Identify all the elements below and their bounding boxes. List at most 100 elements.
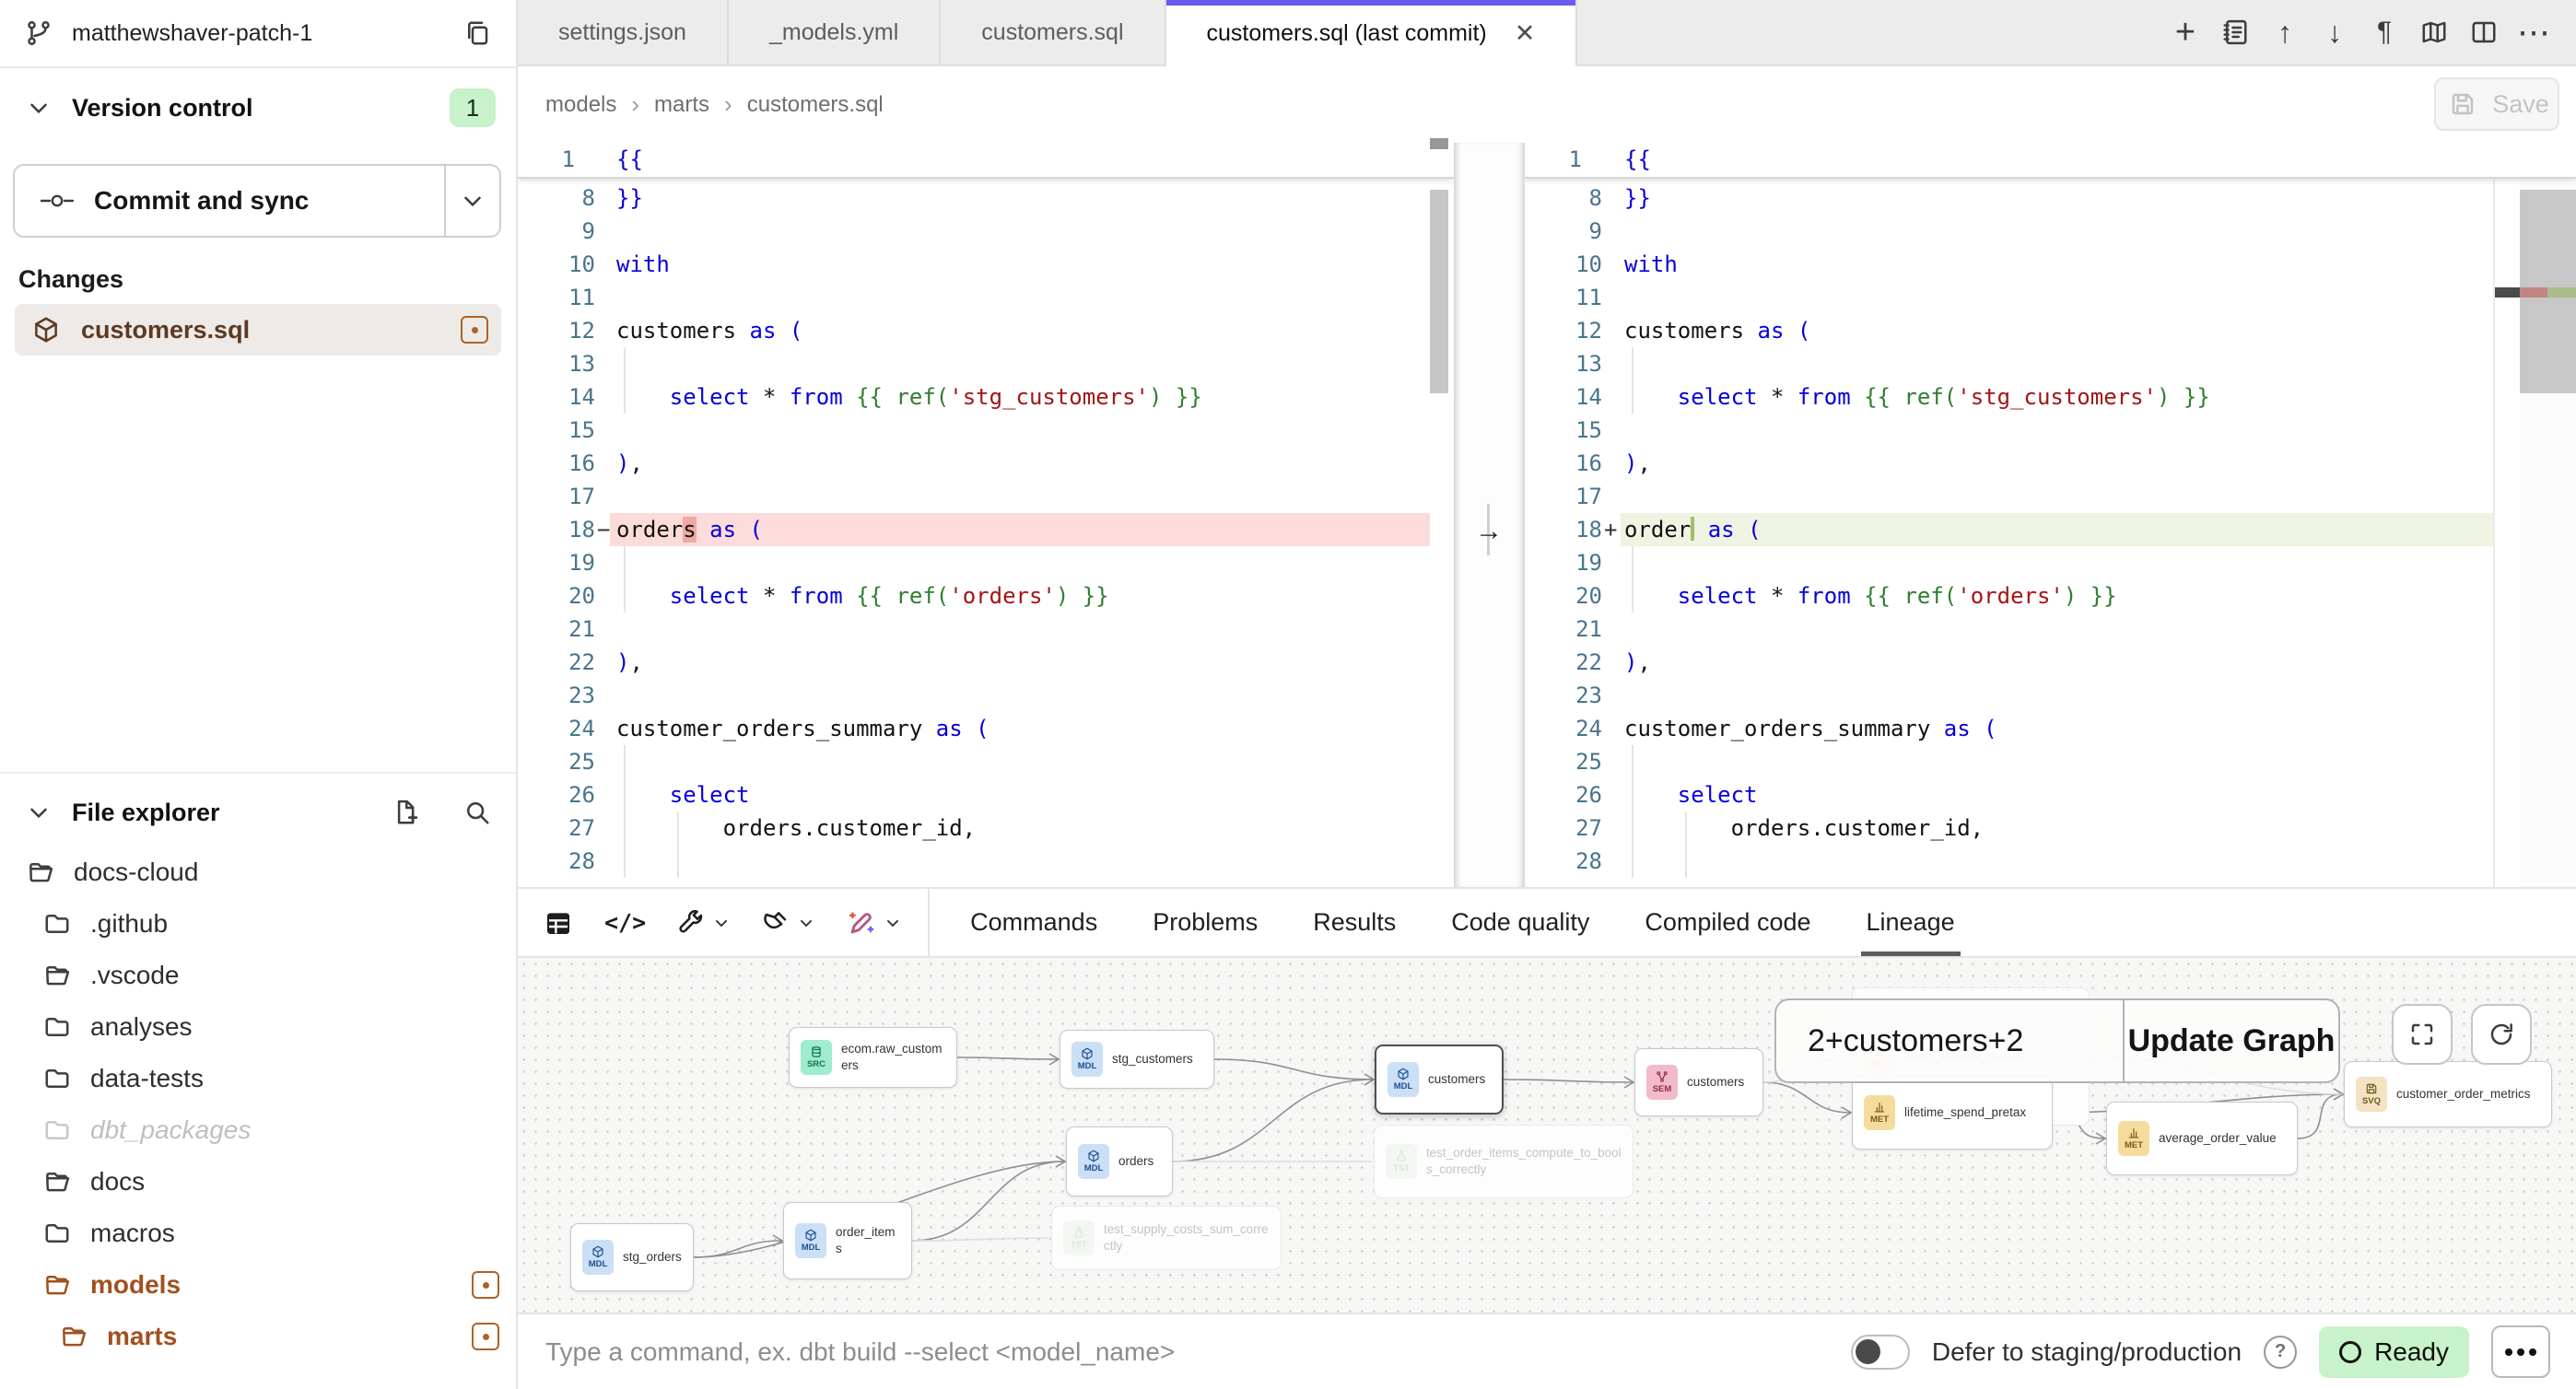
breadcrumb-item[interactable]: customers.sql	[747, 92, 884, 118]
code-line[interactable]: 21	[1525, 613, 2576, 646]
tree-item-docs[interactable]: docs	[0, 1156, 516, 1208]
code-line[interactable]: 24customer_orders_summary as (	[518, 712, 1454, 745]
code-line[interactable]: 11	[518, 281, 1454, 314]
code-line[interactable]: 18+order as (	[1525, 513, 2576, 546]
tree-item-docs-cloud[interactable]: docs-cloud	[0, 846, 516, 898]
code-line[interactable]: 28	[518, 845, 1454, 878]
diff-pane-modified[interactable]: 1{{8}}910with1112customers as (1314 sele…	[1525, 143, 2576, 887]
chevron-down-icon[interactable]	[797, 914, 815, 932]
fix-menu-button[interactable]	[847, 908, 902, 938]
lineage-node-order_items[interactable]: MDLorder_items	[783, 1202, 912, 1279]
tree-item-.vscode[interactable]: .vscode	[0, 950, 516, 1001]
command-input[interactable]	[544, 1336, 1829, 1368]
code-line[interactable]: 17	[1525, 480, 2576, 513]
code-line[interactable]: 23	[518, 679, 1454, 712]
code-line[interactable]: 23	[1525, 679, 2576, 712]
lineage-canvas[interactable]: SRCecom.raw_customers MDLstg_customers MDL…	[518, 958, 2576, 1313]
tab-customers-sql[interactable]: customers.sql	[941, 0, 1165, 64]
code-line[interactable]: 25	[1525, 745, 2576, 778]
code-line[interactable]: 8}}	[1525, 181, 2576, 215]
changed-file-row[interactable]: customers.sql	[15, 304, 501, 356]
code-line[interactable]: 26 select	[1525, 778, 2576, 811]
scroll-up-icon[interactable]: ↑	[2266, 14, 2303, 51]
lineage-node-stg_customers[interactable]: MDLstg_customers	[1060, 1030, 1214, 1089]
lineage-node-test_supply_costs[interactable]: TSTtest_supply_costs_sum_correctly	[1051, 1206, 1282, 1270]
code-line[interactable]: 9	[1525, 215, 2576, 248]
tree-item-dbt_packages[interactable]: dbt_packages	[0, 1104, 516, 1156]
panel-tab-code-quality[interactable]: Code quality	[1451, 889, 1589, 956]
code-line[interactable]: 16),	[518, 447, 1454, 480]
lineage-node-customer_order_metrics[interactable]: SVQcustomer_order_metrics	[2344, 1061, 2552, 1127]
breadcrumb-item[interactable]: marts	[654, 92, 709, 118]
code-line[interactable]: 16),	[1525, 447, 2576, 480]
tree-item-models[interactable]: models	[0, 1259, 516, 1311]
tree-item-.github[interactable]: .github	[0, 898, 516, 950]
code-line[interactable]: 22),	[1525, 646, 2576, 679]
commit-main[interactable]: Commit and sync	[15, 166, 444, 236]
update-graph-button[interactable]: Update Graph	[2123, 1000, 2338, 1081]
chevron-down-icon[interactable]	[712, 914, 731, 932]
minimap-icon[interactable]	[2416, 14, 2453, 51]
results-table-button[interactable]	[544, 908, 573, 938]
code-line[interactable]: 18−orders as (	[518, 513, 1454, 546]
search-icon[interactable]	[459, 794, 496, 831]
lineage-node-test_order_items[interactable]: TSTtest_order_items_compute_to_bools_cor…	[1374, 1125, 1633, 1198]
build-menu-button[interactable]	[677, 909, 731, 937]
panel-tab-lineage[interactable]: Lineage	[1867, 889, 1955, 956]
lineage-node-customers_model[interactable]: MDLcustomers	[1375, 1045, 1504, 1115]
close-tab-icon[interactable]: ✕	[1515, 19, 1536, 48]
code-line[interactable]: 27 orders.customer_id,	[1525, 811, 2576, 845]
code-line[interactable]: 11	[1525, 281, 2576, 314]
copy-branch-icon[interactable]	[459, 15, 496, 52]
new-tab-icon[interactable]: +	[2167, 14, 2204, 51]
code-line[interactable]: 13	[1525, 347, 2576, 380]
code-line[interactable]: 14 select * from {{ ref('stg_customers')…	[1525, 380, 2576, 414]
refresh-graph-button[interactable]	[2471, 1004, 2532, 1065]
code-line[interactable]: 20 select * from {{ ref('orders') }}	[1525, 579, 2576, 613]
code-line[interactable]: 27 orders.customer_id,	[518, 811, 1454, 845]
code-line[interactable]: 17	[518, 480, 1454, 513]
tree-item-macros[interactable]: macros	[0, 1208, 516, 1259]
diff-pane-original[interactable]: 1{{8}}910with1112customers as (1314 sele…	[518, 143, 1454, 887]
new-file-icon[interactable]	[387, 794, 424, 831]
ide-status-button[interactable]: Ready	[2319, 1326, 2469, 1378]
tree-item-marts[interactable]: marts	[0, 1311, 516, 1362]
outline-icon[interactable]	[2217, 14, 2254, 51]
code-line[interactable]: 10with	[518, 248, 1454, 281]
code-line[interactable]: 20 select * from {{ ref('orders') }}	[518, 579, 1454, 613]
code-line[interactable]: 14 select * from {{ ref('stg_customers')…	[518, 380, 1454, 414]
sticky-line[interactable]: 1{{	[1525, 143, 2576, 179]
scroll-down-icon[interactable]: ↓	[2316, 14, 2353, 51]
code-line[interactable]: 8}}	[518, 181, 1454, 215]
lineage-node-stg_orders[interactable]: MDLstg_orders	[570, 1223, 694, 1291]
code-line[interactable]: 19	[1525, 546, 2576, 579]
lineage-node-raw_customers[interactable]: SRCecom.raw_customers	[789, 1027, 957, 1088]
code-line[interactable]: 25	[518, 745, 1454, 778]
left-pane-scrollbar[interactable]	[1430, 190, 1448, 393]
tab-settings-json[interactable]: settings.json	[518, 0, 729, 64]
code-line[interactable]: 19	[518, 546, 1454, 579]
code-line[interactable]: 15	[1525, 414, 2576, 447]
code-line[interactable]: 22),	[518, 646, 1454, 679]
code-line[interactable]: 13	[518, 347, 1454, 380]
tab--models-yml[interactable]: _models.yml	[729, 0, 941, 64]
status-more-button[interactable]	[2491, 1325, 2550, 1378]
version-control-header[interactable]: Version control 1	[0, 88, 516, 127]
code-line[interactable]: 10with	[1525, 248, 2576, 281]
tree-item-analyses[interactable]: analyses	[0, 1001, 516, 1053]
format-menu-button[interactable]	[762, 909, 815, 937]
panel-tab-results[interactable]: Results	[1313, 889, 1396, 956]
tab-customers-sql-last-commit-[interactable]: customers.sql (last commit)✕	[1166, 0, 1578, 66]
diff-overview-ruler[interactable]	[2520, 143, 2576, 887]
save-button[interactable]: Save	[2434, 77, 2559, 131]
sticky-line[interactable]: 1{{	[518, 143, 1454, 179]
code-line[interactable]: 28	[1525, 845, 2576, 878]
compile-code-button[interactable]: </>	[604, 909, 646, 936]
code-line[interactable]: 12customers as (	[518, 314, 1454, 347]
panel-tab-problems[interactable]: Problems	[1153, 889, 1258, 956]
editor-more-icon[interactable]: ⋯	[2515, 14, 2552, 51]
code-line[interactable]: 26 select	[518, 778, 1454, 811]
commit-and-sync-button[interactable]: Commit and sync	[13, 164, 501, 238]
file-explorer-header[interactable]: File explorer	[0, 785, 516, 840]
lineage-node-customers_semantic[interactable]: SEMcustomers	[1634, 1048, 1763, 1116]
